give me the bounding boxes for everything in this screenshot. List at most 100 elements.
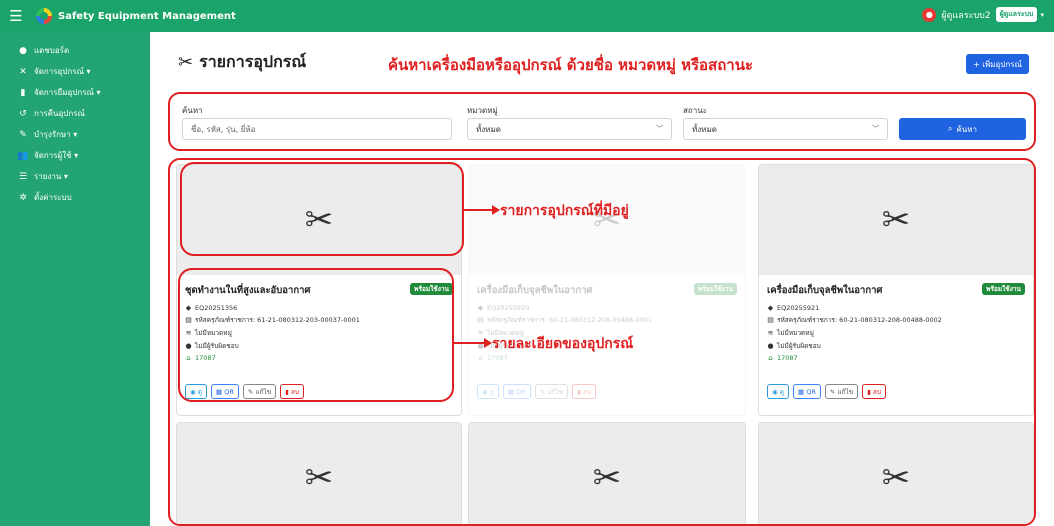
- delete-label: ลบ: [582, 387, 591, 396]
- sidebar-item-label: การคืนอุปกรณ์: [34, 109, 85, 118]
- user-avatar-icon: ●: [922, 7, 937, 22]
- tools-icon: ✕: [19, 66, 27, 77]
- chevron-down-icon: ﹀: [656, 125, 663, 133]
- user-icon: ●: [767, 342, 774, 350]
- add-equipment-button[interactable]: + เพิ่มอุปกรณ์: [966, 54, 1029, 74]
- highlight-image: [180, 162, 464, 256]
- asset-number: รหัสครุภัณฑ์ราชการ: 60-21-080312-208-004…: [777, 316, 942, 324]
- status-badge: พร้อมใช้งาน: [694, 283, 737, 295]
- equipment-code: EQ20255920: [487, 304, 530, 312]
- delete-label: ลบ: [872, 387, 881, 396]
- wrench-icon: ✎: [19, 129, 27, 140]
- sidebar-item-dashboard[interactable]: ● แดชบอร์ด: [0, 40, 150, 61]
- view-button[interactable]: ◉ ดู: [767, 384, 789, 399]
- sidebar-item-label: จัดการอุปกรณ์ ▾: [34, 67, 91, 76]
- sidebar-item-label: แดชบอร์ด: [34, 46, 70, 55]
- clipboard-icon: ▮: [20, 87, 26, 98]
- equipment-card[interactable]: ✂: [758, 422, 1034, 524]
- report-icon: ☰: [18, 171, 28, 182]
- brand-title[interactable]: Safety Equipment Management: [58, 11, 236, 22]
- sidebar-item-reports[interactable]: ☰ รายงาน ▾: [0, 166, 150, 187]
- layers-icon: ≋: [767, 329, 774, 337]
- app-logo: [36, 8, 52, 24]
- status-value: ทั้งหมด: [692, 124, 717, 134]
- annotation-arrow: [462, 205, 500, 215]
- equipment-card[interactable]: ✂ เครื่องมือเก็บจุลชีพในอากาศ พร้อมใช้งา…: [758, 164, 1034, 416]
- edit-icon: ✎: [539, 387, 546, 396]
- main-content: ✂ รายการอุปกรณ์ ค้นหาเครื่องมือหรืออุปกร…: [150, 32, 1054, 526]
- qr-label: QR: [516, 387, 526, 396]
- status-select[interactable]: ทั้งหมด ﹀: [683, 118, 888, 140]
- tag-icon: ◆: [767, 304, 774, 312]
- asset-number: รหัสครุภัณฑ์ราชการ: 60-21-080312-208-004…: [487, 316, 652, 324]
- view-label: ดู: [779, 387, 784, 396]
- page-title-text: รายการอุปกรณ์: [199, 52, 307, 71]
- barcode-icon: ▤: [767, 316, 774, 324]
- edit-icon: ✎: [829, 387, 836, 396]
- home-icon: ⌂: [768, 354, 773, 362]
- sidebar-item-borrow[interactable]: ▮ จัดการยืมอุปกรณ์ ▾: [0, 82, 150, 103]
- chevron-down-icon: ﹀: [872, 125, 879, 133]
- sidebar-item-label: ตั้งค่าระบบ: [34, 193, 72, 202]
- tools-icon: ✂: [759, 423, 1033, 524]
- sidebar: ● แดชบอร์ด ✕ จัดการอุปกรณ์ ▾ ▮ จัดการยืมอุป…: [0, 32, 150, 526]
- users-icon: 👥: [17, 150, 29, 161]
- dashboard-icon: ●: [19, 45, 27, 56]
- qr-icon: ▦: [797, 387, 805, 396]
- user-menu[interactable]: ● ผู้ดูแลระบบ2 ผู้ดูแลระบบ ▾: [922, 7, 1044, 22]
- edit-label: แก้ไข: [837, 387, 854, 396]
- search-button[interactable]: ⌕ ค้นหา: [899, 118, 1026, 140]
- sidebar-item-return[interactable]: ↺ การคืนอุปกรณ์: [0, 103, 150, 124]
- sidebar-item-label: จัดการยืมอุปกรณ์ ▾: [34, 88, 101, 97]
- menu-toggle-icon[interactable]: ☰: [0, 7, 32, 25]
- status-badge: พร้อมใช้งาน: [982, 283, 1025, 295]
- sidebar-item-settings[interactable]: ✲ ตั้งค่าระบบ: [0, 187, 150, 208]
- tools-icon: ✂: [178, 52, 194, 73]
- user-role-badge: ผู้ดูแลระบบ: [995, 7, 1038, 22]
- category-select[interactable]: ทั้งหมด ﹀: [467, 118, 672, 140]
- status-label: สถานะ: [683, 106, 707, 115]
- sidebar-item-label: บำรุงรักษา ▾: [34, 130, 78, 139]
- gear-icon: ✲: [19, 192, 27, 203]
- tools-icon: ✂: [177, 423, 461, 524]
- equipment-card[interactable]: ✂: [468, 422, 746, 524]
- eye-icon: ◉: [772, 387, 778, 396]
- equipment-location: 17087: [487, 354, 508, 362]
- search-label: ค้นหา: [182, 106, 203, 115]
- annotation-list: รายการอุปกรณ์ที่มีอยู่: [500, 203, 629, 219]
- qr-button[interactable]: ▦ QR: [502, 384, 531, 399]
- sidebar-item-maintenance[interactable]: ✎ บำรุงรักษา ▾: [0, 124, 150, 145]
- layers-icon: ≋: [477, 329, 484, 337]
- search-button-label: ค้นหา: [956, 124, 978, 134]
- equipment-card[interactable]: ✂: [176, 422, 462, 524]
- equipment-code: EQ20255921: [777, 304, 820, 312]
- equipment-owner: ไม่มีผู้รับผิดชอบ: [777, 342, 821, 350]
- tag-icon: ◆: [477, 304, 484, 312]
- undo-icon: ↺: [19, 108, 27, 119]
- equipment-category: ไม่มีหมวดหมู่: [777, 329, 814, 337]
- equipment-location: 17087: [777, 354, 798, 362]
- home-icon: ⌂: [478, 354, 483, 362]
- barcode-icon: ▤: [477, 316, 484, 324]
- qr-button[interactable]: ▦ QR: [792, 384, 821, 399]
- category-label: หมวดหมู่: [467, 106, 498, 115]
- view-label: ดู: [489, 387, 494, 396]
- page-title: ✂ รายการอุปกรณ์: [178, 50, 306, 75]
- sidebar-item-equipment[interactable]: ✕ จัดการอุปกรณ์ ▾: [0, 61, 150, 82]
- annotation-arrow: [454, 338, 492, 348]
- edit-button[interactable]: ✎ แก้ไข: [824, 384, 859, 399]
- filter-panel: ค้นหา ชื่อ, รหัส, รุ่น, ยี่ห้อ หมวดหมู่ …: [168, 92, 1036, 151]
- edit-label: แก้ไข: [547, 387, 564, 396]
- sidebar-item-label: รายงาน ▾: [34, 172, 68, 181]
- sidebar-item-label: จัดการผู้ใช้ ▾: [34, 151, 79, 160]
- edit-button[interactable]: ✎ แก้ไข: [534, 384, 569, 399]
- search-input[interactable]: ชื่อ, รหัส, รุ่น, ยี่ห้อ: [182, 118, 452, 140]
- delete-button[interactable]: ▮ ลบ: [572, 384, 596, 399]
- top-navbar: ☰ Safety Equipment Management ● ผู้ดูแลร…: [0, 0, 1054, 32]
- trash-icon: ▮: [577, 387, 581, 396]
- view-button[interactable]: ◉ ดู: [477, 384, 499, 399]
- user-name: ผู้ดูแลระบบ2: [941, 10, 991, 21]
- delete-button[interactable]: ▮ ลบ: [862, 384, 886, 399]
- annotation-search: ค้นหาเครื่องมือหรืออุปกรณ์ ด้วยชื่อ หมวด…: [388, 56, 754, 74]
- sidebar-item-users[interactable]: 👥 จัดการผู้ใช้ ▾: [0, 145, 150, 166]
